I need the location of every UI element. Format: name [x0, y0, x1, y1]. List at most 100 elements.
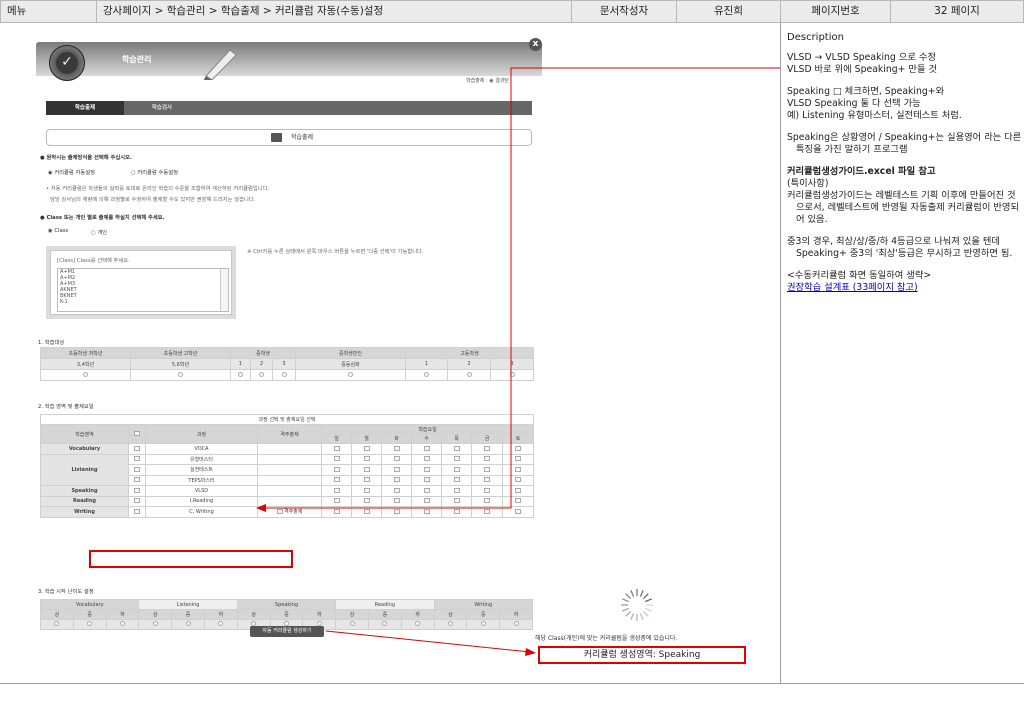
- day-checkbox[interactable]: [423, 456, 430, 462]
- target-radio[interactable]: [83, 371, 88, 377]
- day-checkbox[interactable]: [423, 477, 430, 483]
- difficulty-area-header: Listening: [138, 599, 238, 610]
- difficulty-radio[interactable]: [185, 621, 191, 626]
- day-checkbox[interactable]: [363, 498, 370, 504]
- target-radio[interactable]: [424, 371, 429, 377]
- class-listbox[interactable]: A+M1 A+M2 A+M3 AKNET BKNET K-1: [57, 268, 229, 312]
- difficulty-radio[interactable]: [87, 621, 93, 626]
- radio-class[interactable]: ◉ Class: [48, 228, 68, 234]
- day-checkbox[interactable]: [333, 508, 340, 514]
- day-checkbox[interactable]: [515, 456, 522, 462]
- target-radio[interactable]: [348, 371, 353, 377]
- day-checkbox[interactable]: [484, 466, 490, 472]
- tab-inspect[interactable]: 학습검사: [126, 101, 198, 115]
- class-option[interactable]: K-1: [58, 299, 228, 305]
- area-label: Listening: [40, 453, 129, 486]
- radio-auto[interactable]: ◉ 커리큘럼 자동설정: [48, 168, 95, 176]
- day-checkbox[interactable]: [333, 498, 340, 504]
- course-checkbox[interactable]: [134, 445, 140, 451]
- day-checkbox[interactable]: [453, 466, 460, 472]
- radio-manual[interactable]: ○ 커리큘럼 수동설정: [131, 168, 178, 176]
- day-checkbox[interactable]: [453, 477, 460, 483]
- course-checkbox[interactable]: [134, 487, 140, 493]
- target-radio[interactable]: [178, 371, 183, 377]
- day-checkbox[interactable]: [363, 466, 370, 472]
- difficulty-radio[interactable]: [152, 621, 158, 626]
- day-checkbox[interactable]: [423, 487, 430, 493]
- day-checkbox[interactable]: [333, 456, 340, 462]
- day-checkbox[interactable]: [363, 477, 370, 483]
- day-checkbox[interactable]: [515, 487, 522, 493]
- day-checkbox[interactable]: [423, 466, 430, 472]
- class-list-scrollbar[interactable]: [220, 269, 228, 311]
- day-checkbox[interactable]: [363, 456, 370, 462]
- difficulty-radio[interactable]: [382, 621, 388, 626]
- design-table-link[interactable]: 권장학습 설계표 (33페이지 참고): [787, 282, 1022, 294]
- day-checkbox[interactable]: [484, 477, 490, 483]
- difficulty-level: 중: [72, 609, 107, 620]
- target-radio[interactable]: [509, 371, 515, 377]
- tab-assign[interactable]: 학습출제: [46, 101, 124, 115]
- target-radio[interactable]: [281, 371, 287, 377]
- check-all-area[interactable]: [134, 431, 140, 436]
- menu-label: 메뉴: [0, 0, 97, 23]
- area-label: Speaking: [40, 485, 129, 497]
- difficulty-radio[interactable]: [54, 621, 60, 626]
- day-checkbox[interactable]: [484, 445, 490, 451]
- day-checkbox[interactable]: [393, 445, 400, 451]
- target-radio[interactable]: [466, 371, 472, 377]
- difficulty-radio[interactable]: [480, 621, 486, 626]
- day-checkbox[interactable]: [423, 445, 430, 451]
- day-checkbox[interactable]: [423, 498, 430, 504]
- area-table-title: 과정 선택 및 출제요일 선택: [39, 414, 535, 425]
- target-radio[interactable]: [238, 371, 243, 377]
- day-checkbox[interactable]: [393, 477, 400, 483]
- day-checkbox[interactable]: [363, 445, 370, 451]
- day-checkbox[interactable]: [484, 508, 490, 514]
- day-checkbox[interactable]: [393, 487, 400, 493]
- generate-curriculum-button[interactable]: 자동 커리큘럼 생성하기: [250, 626, 324, 637]
- day-checkbox[interactable]: [515, 445, 522, 451]
- day-checkbox[interactable]: [363, 508, 370, 514]
- day-checkbox[interactable]: [333, 445, 340, 451]
- day-checkbox[interactable]: [393, 498, 400, 504]
- day-checkbox[interactable]: [453, 508, 460, 514]
- day-checkbox[interactable]: [484, 456, 490, 462]
- day-checkbox[interactable]: [484, 487, 490, 493]
- difficulty-radio[interactable]: [513, 621, 519, 626]
- course-checkbox[interactable]: [134, 498, 140, 504]
- day-checkbox[interactable]: [453, 487, 460, 493]
- spinner-tick: [642, 593, 649, 600]
- day-checkbox[interactable]: [515, 508, 522, 514]
- course-checkbox[interactable]: [134, 466, 140, 472]
- day-checkbox[interactable]: [423, 508, 430, 514]
- day-checkbox[interactable]: [453, 498, 460, 504]
- day-checkbox[interactable]: [515, 466, 522, 472]
- day-checkbox[interactable]: [333, 466, 340, 472]
- day-header: 월: [351, 433, 382, 444]
- course-checkbox[interactable]: [134, 456, 140, 462]
- day-checkbox[interactable]: [333, 487, 340, 493]
- difficulty-radio[interactable]: [218, 621, 224, 626]
- day-checkbox[interactable]: [484, 498, 490, 504]
- day-checkbox[interactable]: [393, 456, 400, 462]
- radio-person[interactable]: ○ 개인: [91, 228, 107, 236]
- day-checkbox[interactable]: [453, 456, 460, 462]
- day-checkbox[interactable]: [393, 508, 400, 514]
- day-checkbox[interactable]: [515, 477, 522, 483]
- day-checkbox[interactable]: [453, 445, 460, 451]
- course-checkbox[interactable]: [134, 477, 140, 483]
- difficulty-level: 중: [367, 609, 402, 620]
- course-checkbox[interactable]: [134, 508, 140, 514]
- day-checkbox[interactable]: [393, 466, 400, 472]
- difficulty-radio[interactable]: [349, 621, 355, 626]
- difficulty-radio[interactable]: [119, 621, 125, 626]
- day-checkbox[interactable]: [363, 487, 370, 493]
- target-radio[interactable]: [259, 371, 264, 377]
- difficulty-radio[interactable]: [415, 621, 421, 626]
- day-checkbox[interactable]: [515, 498, 522, 504]
- weekly-checkbox[interactable]: [276, 509, 283, 515]
- difficulty-radio[interactable]: [447, 621, 453, 626]
- day-checkbox[interactable]: [333, 477, 340, 483]
- close-icon[interactable]: x: [529, 38, 542, 51]
